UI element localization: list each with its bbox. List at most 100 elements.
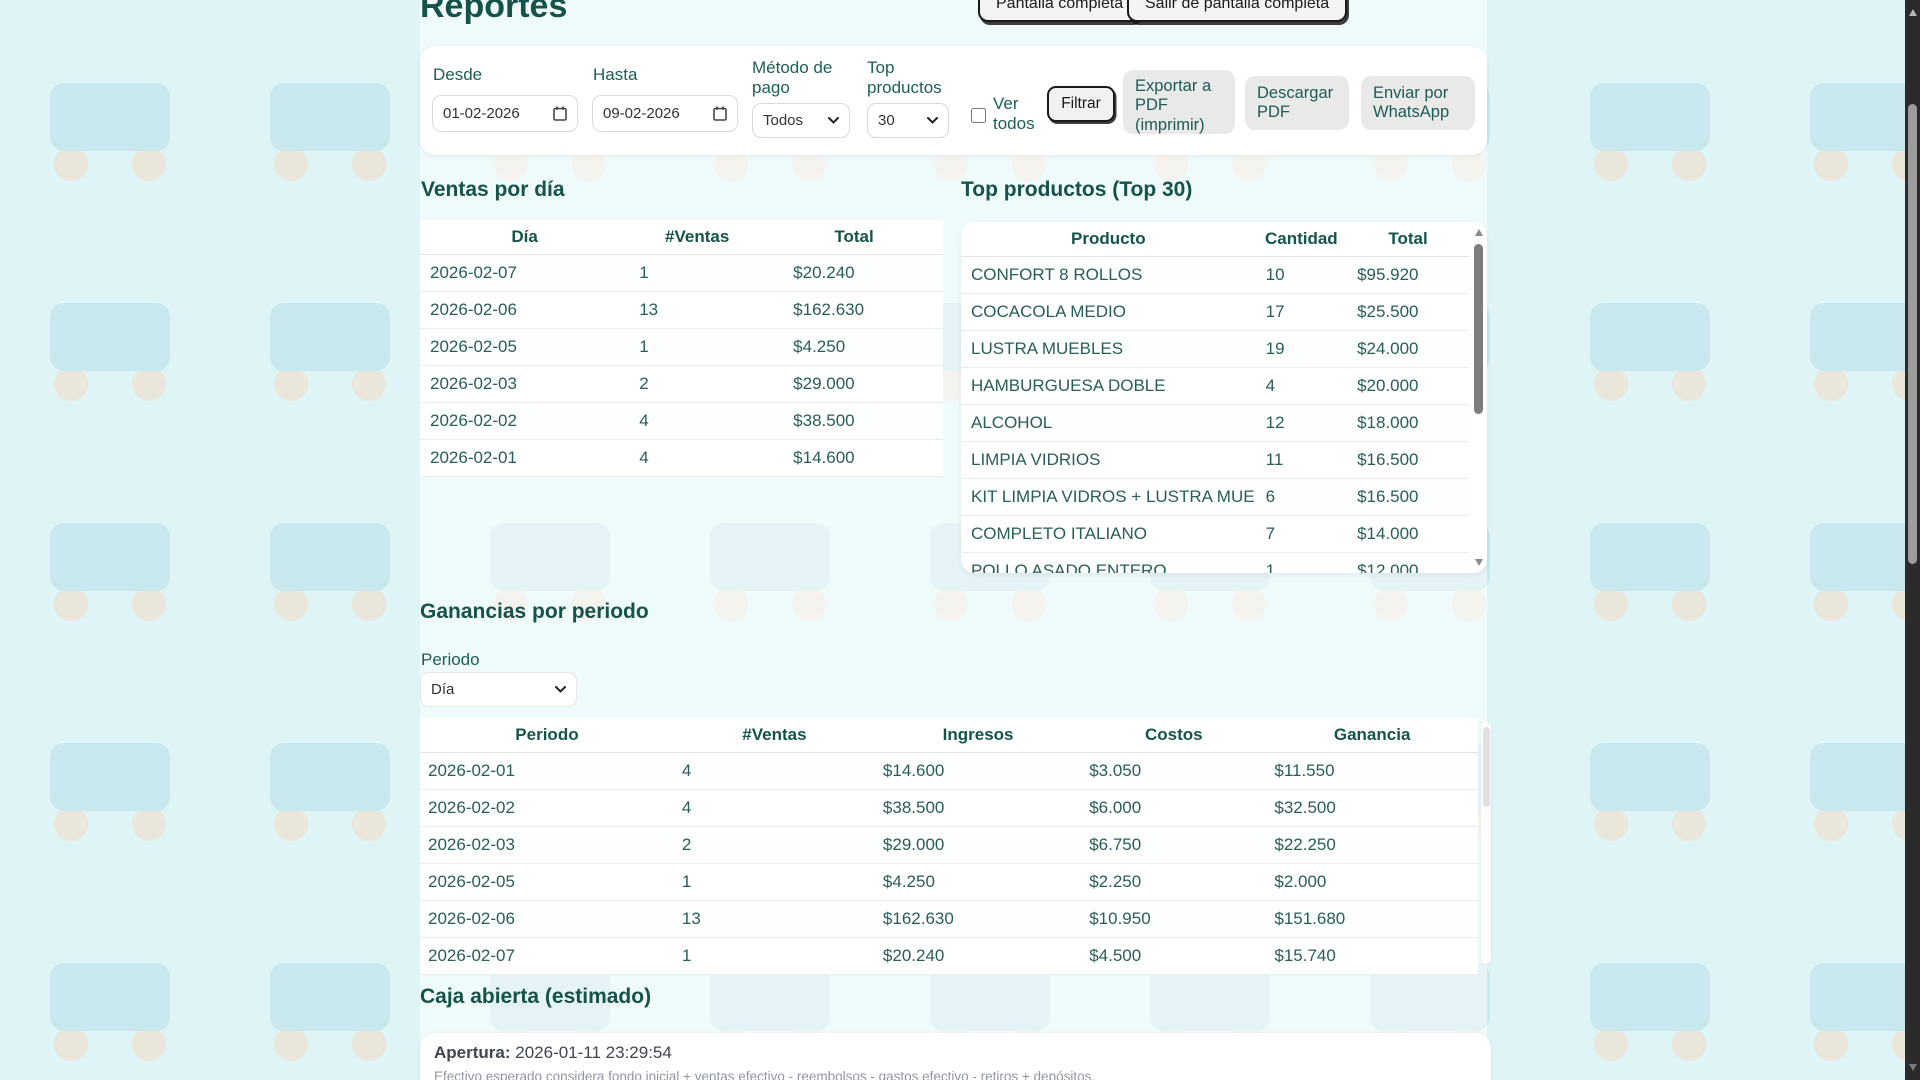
table-cell: $14.600 [765, 448, 943, 468]
exportar-pdf-button[interactable]: Exportar a PDF (imprimir) [1123, 70, 1235, 134]
pattern-tile [50, 523, 170, 623]
hasta-value: 09-02-2026 [603, 105, 680, 122]
table-row: KIT LIMPIA VIDROS + LUSTRA MUEBLE6$16.50… [961, 479, 1469, 516]
table-cell: $25.500 [1347, 302, 1469, 322]
pattern-tile [1810, 303, 1920, 403]
table-cell: $6.750 [1081, 835, 1266, 855]
pattern-tile [1810, 743, 1920, 843]
table-cell: $16.500 [1347, 487, 1469, 507]
table-row: LIMPIA VIDRIOS11$16.500 [961, 442, 1469, 479]
table-cell: 2026-02-06 [420, 909, 674, 929]
table-cell: $18.000 [1347, 413, 1469, 433]
window-scrollbar-thumb[interactable] [1908, 104, 1917, 564]
table-row: CONFORT 8 ROLLOS10$95.920 [961, 257, 1469, 294]
scroll-up-icon[interactable] [1475, 225, 1483, 236]
pattern-tile [50, 83, 170, 183]
table-cell: $10.950 [1081, 909, 1266, 929]
caja-note: Efectivo esperado considera fondo inicia… [434, 1069, 1095, 1080]
pattern-tile [1590, 83, 1710, 183]
table-cell: 2026-02-05 [420, 872, 674, 892]
table-cell: ALCOHOL [961, 413, 1256, 433]
chevron-down-icon [828, 117, 839, 124]
table-cell: $6.000 [1081, 798, 1266, 818]
exit-fullscreen-button[interactable]: Salir de pantalla completa [1127, 0, 1347, 22]
top-productos-select[interactable]: 30 [867, 103, 949, 138]
column-header: Ganancia [1266, 725, 1478, 745]
ventas-por-dia-table: Día#VentasTotal2026-02-071$20.2402026-02… [420, 220, 943, 477]
ganancias-scrollbar-thumb[interactable] [1483, 727, 1490, 807]
column-header: #Ventas [674, 725, 875, 745]
column-header: Producto [961, 229, 1256, 249]
table-cell: 2026-02-05 [420, 337, 629, 357]
fullscreen-button[interactable]: Pantalla completa [978, 0, 1141, 22]
ver-todos-checkbox[interactable] [971, 108, 986, 123]
page-title: Reportes [420, 0, 567, 26]
table-cell: 6 [1256, 487, 1347, 507]
table-cell: 2026-02-02 [420, 798, 674, 818]
scroll-down-icon[interactable] [1475, 559, 1483, 570]
table-row: 2026-02-0613$162.630$10.950$151.680 [420, 901, 1478, 938]
table-cell: 13 [629, 300, 765, 320]
table-cell: $29.000 [765, 374, 943, 394]
table-cell: 2026-02-02 [420, 411, 629, 431]
pattern-tile [270, 303, 390, 403]
table-cell: $16.500 [1347, 450, 1469, 470]
ver-todos-checkbox-wrap [971, 108, 986, 128]
table-cell: $95.920 [1347, 265, 1469, 285]
filtrar-button[interactable]: Filtrar [1047, 86, 1115, 122]
pattern-tile [1590, 303, 1710, 403]
desde-input[interactable]: 01-02-2026 [432, 95, 578, 132]
table-cell: 4 [629, 411, 765, 431]
table-cell: 2 [629, 374, 765, 394]
table-row: 2026-02-024$38.500$6.000$32.500 [420, 790, 1478, 827]
table-cell: $11.550 [1266, 761, 1478, 781]
ver-todos-label: Ver todos [993, 94, 1051, 134]
table-cell: $2.000 [1266, 872, 1478, 892]
top-productos-panel: ProductoCantidadTotal CONFORT 8 ROLLOS10$… [961, 222, 1487, 573]
filter-card: Desde 01-02-2026 Hasta 09-02-2026 Método… [420, 46, 1487, 155]
table-cell: 2026-02-03 [420, 374, 629, 394]
metodo-pago-select[interactable]: Todos [752, 103, 850, 138]
periodo-select[interactable]: Día [420, 672, 577, 707]
column-header: #Ventas [629, 227, 765, 247]
desde-label: Desde [433, 65, 482, 85]
top-productos-scrollbar-thumb[interactable] [1474, 244, 1483, 414]
table-cell: 4 [674, 761, 875, 781]
scroll-down-icon[interactable] [1909, 1064, 1917, 1075]
pattern-tile [1590, 743, 1710, 843]
table-cell: HAMBURGUESA DOBLE [961, 376, 1256, 396]
table-cell: 2026-02-07 [420, 946, 674, 966]
descargar-pdf-button[interactable]: Descargar PDF [1245, 76, 1349, 130]
pattern-tile [270, 743, 390, 843]
column-header: Cantidad [1256, 229, 1347, 249]
hasta-input[interactable]: 09-02-2026 [592, 95, 738, 132]
table-cell: 4 [674, 798, 875, 818]
window-scrollbar[interactable] [1905, 0, 1920, 1080]
table-cell: LUSTRA MUEBLES [961, 339, 1256, 359]
table-cell: 1 [674, 872, 875, 892]
table-cell: 13 [674, 909, 875, 929]
caja-abierta-heading: Caja abierta (estimado) [420, 985, 651, 1009]
periodo-value: Día [431, 681, 454, 698]
enviar-whatsapp-button[interactable]: Enviar por WhatsApp [1361, 76, 1475, 130]
scroll-up-icon[interactable] [1909, 5, 1917, 16]
table-row: COMPLETO ITALIANO7$14.000 [961, 516, 1469, 553]
top-productos-scrollbar[interactable] [1472, 225, 1485, 570]
table-cell: 11 [1256, 450, 1347, 470]
table-cell: $2.250 [1081, 872, 1266, 892]
column-header: Total [765, 227, 943, 247]
table-row: 2026-02-024$38.500 [420, 403, 943, 440]
table-cell: 2026-02-01 [420, 761, 674, 781]
pattern-tile [1810, 83, 1920, 183]
pattern-tile [50, 743, 170, 843]
apertura-line: Apertura: 2026-01-11 23:29:54 [434, 1043, 672, 1063]
column-header: Total [1347, 229, 1469, 249]
ganancias-heading: Ganancias por periodo [420, 600, 649, 624]
table-cell: 2026-02-06 [420, 300, 629, 320]
table-cell: 4 [1256, 376, 1347, 396]
ganancias-scrollbar[interactable] [1481, 722, 1491, 964]
pattern-tile [270, 963, 390, 1063]
table-cell: 2026-02-03 [420, 835, 674, 855]
table-row: 2026-02-051$4.250 [420, 329, 943, 366]
pattern-tile [1810, 523, 1920, 623]
